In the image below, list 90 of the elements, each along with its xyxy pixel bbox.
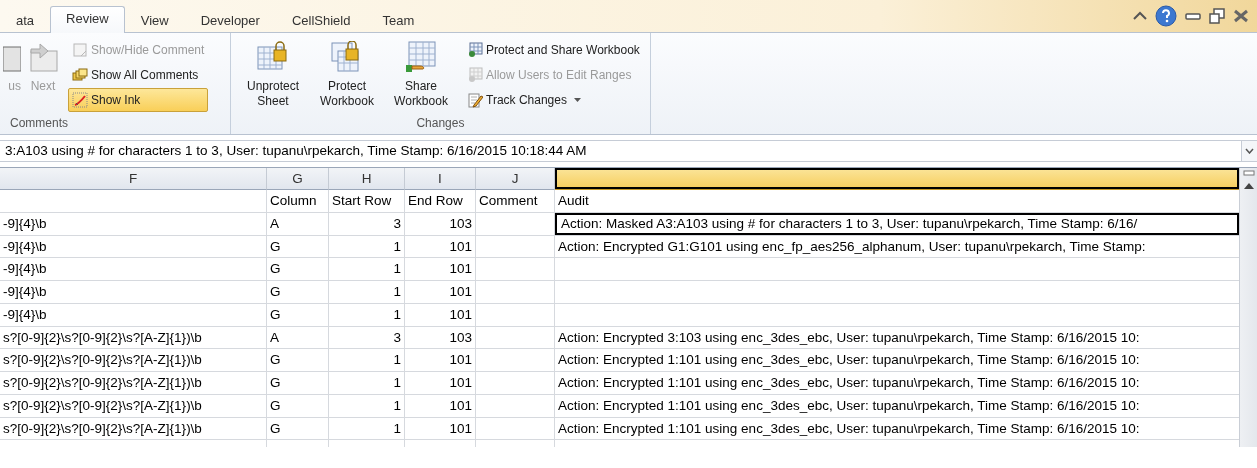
caret-up-icon[interactable] <box>1133 10 1147 21</box>
column-header[interactable]: J <box>476 168 555 190</box>
table-cell: A <box>267 212 329 236</box>
table-cell: Start Row <box>329 190 405 213</box>
locked-sheet-icon <box>257 41 289 73</box>
ribbon-tab[interactable]: ata <box>0 8 51 33</box>
pen-icon <box>72 92 88 108</box>
table-cell: 101 <box>405 349 476 372</box>
table-cell: Action: Encrypted 1:101 using enc_3des_ebc, User: tupanu\rpekarch, Time Stamp: 6/16/2015 10: <box>555 349 1239 372</box>
table-cell: G <box>267 235 329 259</box>
ribbon-button[interactable]: Share Workbook <box>385 38 457 114</box>
table-cell: G <box>267 281 329 304</box>
ribbon-button[interactable]: Show All Comments <box>68 63 209 87</box>
table-cell: Action: Masked A3:A103 using # for characters 1 to 3, User: tupanu\rpekarch, Time Stamp: 6/16/ <box>555 212 1239 236</box>
column-header[interactable]: F <box>0 168 267 190</box>
table-cell: 1 <box>329 417 405 441</box>
column-header[interactable]: H <box>329 168 405 190</box>
column-header[interactable]: I <box>405 168 476 190</box>
group-label: Comments <box>9 115 69 132</box>
ribbon-button[interactable]: Unprotect Sheet <box>237 38 309 114</box>
table-cell: s?[0-9]{2}\s?[0-9]{2}\s?[A-Z]{1})\b <box>0 349 267 372</box>
arrow-page-icon <box>27 41 59 73</box>
column-header[interactable]: G <box>267 168 329 190</box>
table-cell: 1 <box>329 235 405 259</box>
ribbon-tab[interactable]: View <box>124 8 185 33</box>
ribbon-tab[interactable]: Team <box>366 8 431 33</box>
help-icon[interactable] <box>1155 4 1177 27</box>
table-cell: 103 <box>405 212 476 236</box>
table-cell: 101 <box>405 417 476 441</box>
table-cell: 103 <box>405 326 476 350</box>
table-cell: -9]{4}\b <box>0 258 267 281</box>
ribbon-button[interactable]: Protect and Share Workbook <box>463 38 644 62</box>
formula-field[interactable]: 3:A103 using # for characters 1 to 3, User: tupanu\rpekarch, Time Stamp: 6/16/2015 10:18:44 AM <box>0 141 1241 161</box>
table-cell: 3 <box>329 212 405 236</box>
table-cell: 1 <box>329 394 405 418</box>
group-label: Changes <box>415 115 466 132</box>
table-cell: 1 <box>329 303 405 327</box>
ribbon-button[interactable]: Track Changes <box>463 88 644 112</box>
ribbon-button[interactable]: Protect Workbook <box>311 38 383 114</box>
table-cell: 1 <box>329 372 405 395</box>
table-cell: Action: Encrypted 3:103 using enc_3des_ebc, User: tupanu\rpekarch, Time Stamp: 6/16/2015 10: <box>555 326 1239 350</box>
dropdown-caret-icon <box>573 98 581 102</box>
table-cell: -9]{4}\b <box>0 212 267 236</box>
table-cell: G <box>267 303 329 327</box>
table-cell: Comment <box>476 190 555 213</box>
note-icon <box>72 42 88 58</box>
table-cell: G <box>267 417 329 441</box>
table-cell: 1 <box>329 281 405 304</box>
table-cell: -9]{4}\b <box>0 235 267 259</box>
pencil-page-icon <box>467 92 483 108</box>
restore-icon[interactable] <box>1209 7 1225 24</box>
table-cell: -9]{4}\b <box>0 281 267 304</box>
table-cell: 3 <box>329 326 405 350</box>
minimize-icon[interactable] <box>1185 10 1201 21</box>
table-cell: Action: Encrypted 1:101 using enc_3des_ebc, User: tupanu\rpekarch, Time Stamp: 6/16/2015 10: <box>555 394 1239 418</box>
table-cell: Action: Encrypted 1:101 using enc_3des_ebc, User: tupanu\rpekarch, Time Stamp: 6/16/2015 10: <box>555 417 1239 441</box>
table-cell: 101 <box>405 394 476 418</box>
table-cell: 1 <box>329 258 405 281</box>
table-cell: A <box>267 326 329 350</box>
notes-icon <box>72 67 88 83</box>
table-cell: s?[0-9]{2}\s?[0-9]{2}\s?[A-Z]{1})\b <box>0 326 267 350</box>
expand-icon[interactable] <box>1245 148 1254 154</box>
table-cell: 1 <box>329 349 405 372</box>
column-header[interactable] <box>555 168 1239 190</box>
close-icon[interactable] <box>1233 8 1249 23</box>
table-cell: Action: Encrypted G1:G101 using enc_fp_aes256_alphanum, User: tupanu\rpekarch, Time Stamp: <box>555 235 1239 259</box>
ribbon-tab[interactable]: Review <box>50 6 125 33</box>
split-handle-icon[interactable] <box>1242 170 1255 176</box>
table-cell: s?[0-9]{2}\s?[0-9]{2}\s?[A-Z]{1})\b <box>0 417 267 441</box>
ribbon-button[interactable]: Show Ink <box>68 88 209 112</box>
table-cell: End Row <box>405 190 476 213</box>
table-cell: Audit <box>555 190 1239 213</box>
table-cell: 101 <box>405 235 476 259</box>
table-cell: 101 <box>405 372 476 395</box>
table-cell: G <box>267 258 329 281</box>
ribbon-tab[interactable]: CellShield <box>275 8 367 33</box>
ribbon-tab[interactable]: Developer <box>184 8 276 33</box>
table-cell: -9]{4}\b <box>0 303 267 327</box>
table-cell: 101 <box>405 258 476 281</box>
table-cell: G <box>267 349 329 372</box>
table-cell: s?[0-9]{2}\s?[0-9]{2}\s?[A-Z]{1})\b <box>0 394 267 418</box>
table-cell: G <box>267 394 329 418</box>
table-cell: 101 <box>405 281 476 304</box>
table-cell: 101 <box>405 303 476 327</box>
table-cell: s?[0-9]{2}\s?[0-9]{2}\s?[A-Z]{1})\b <box>0 372 267 395</box>
table-cell: Action: Encrypted 1:101 using enc_3des_ebc, User: tupanu\rpekarch, Time Stamp: 6/16/2015 10: <box>555 372 1239 395</box>
shared-sheet-icon <box>405 41 437 73</box>
table-cell: G <box>267 372 329 395</box>
scroll-up-icon[interactable] <box>1243 182 1254 189</box>
table-cell: Column <box>267 190 329 213</box>
